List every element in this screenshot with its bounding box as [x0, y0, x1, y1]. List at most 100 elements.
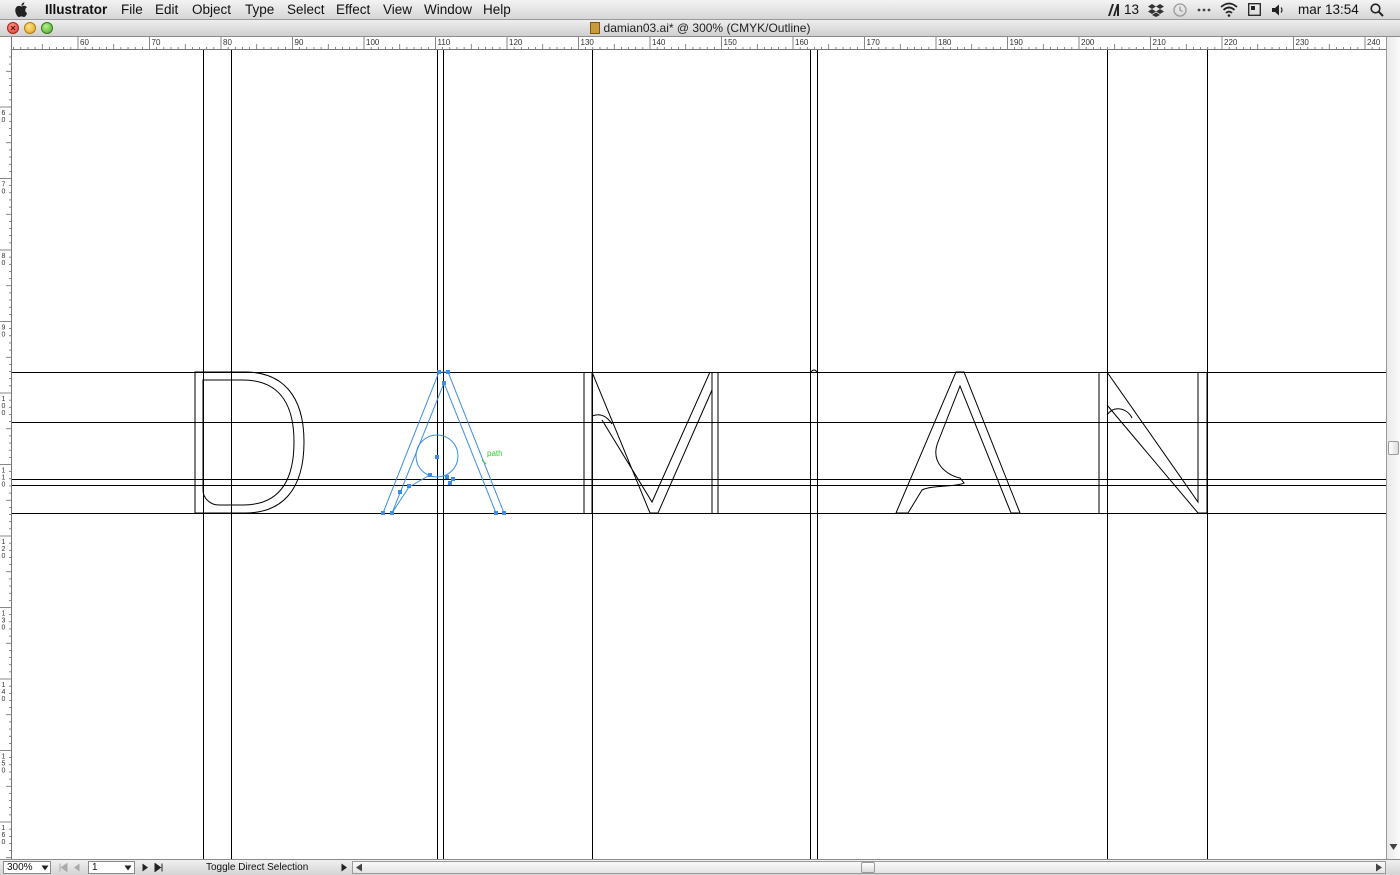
menu-app-name[interactable]: Illustrator	[45, 2, 107, 17]
letter-i-cap[interactable]	[810, 369, 818, 373]
anchor-point[interactable]	[502, 511, 506, 515]
letter-a2-outline[interactable]	[895, 371, 1021, 514]
ruler-label: 7	[2, 182, 6, 189]
menu-bar: Illustrator File Edit Object Type Select…	[0, 0, 1400, 20]
artboard-canvas[interactable]: path	[12, 50, 1386, 859]
letter-m-left-stem[interactable]	[583, 372, 593, 513]
menu-object[interactable]: Object	[192, 2, 231, 17]
letter-outlines[interactable]	[194, 369, 1208, 514]
guide-pair-2	[437, 50, 444, 859]
ruler-label: 210	[1153, 38, 1167, 47]
ruler-label: 0	[2, 839, 6, 846]
scroll-left-arrow-icon[interactable]	[355, 863, 363, 872]
menu-edit[interactable]: Edit	[155, 2, 178, 17]
ruler-label: 6	[2, 832, 6, 839]
anchor-point[interactable]	[494, 511, 498, 515]
vertical-ruler[interactable]: 60708090100110120130140150160	[0, 37, 12, 859]
scroll-right-arrow-icon[interactable]	[1375, 863, 1383, 872]
horizontal-scroll-thumb[interactable]	[861, 862, 875, 873]
ruler-label: 0	[2, 403, 6, 410]
anchor-point[interactable]	[446, 370, 450, 374]
ruler-label: 6	[2, 110, 6, 117]
letter-n-outline[interactable]	[1098, 371, 1208, 514]
letter-d-inner[interactable]	[202, 379, 295, 506]
artboard-dropdown-chevron-icon[interactable]	[124, 865, 132, 871]
ruler-label: 180	[938, 38, 952, 47]
status-menu-arrow-icon[interactable]	[341, 863, 348, 872]
ruler-label: 1	[2, 475, 6, 482]
anchor-point[interactable]	[451, 477, 455, 481]
volume-icon[interactable]	[1272, 4, 1286, 16]
ruler-label: 170	[867, 38, 881, 47]
anchor-point[interactable]	[428, 473, 432, 477]
menu-type[interactable]: Type	[245, 2, 274, 17]
ruler-label: 220	[1224, 38, 1238, 47]
menu-view[interactable]: View	[383, 2, 412, 17]
letter-m-diagonals[interactable]	[591, 371, 713, 514]
ruler-label: 0	[2, 696, 6, 703]
anchor-point[interactable]	[381, 511, 385, 515]
ruler-label: 0	[2, 625, 6, 632]
bluetooth-dots-icon[interactable]	[1197, 6, 1211, 14]
menu-help[interactable]: Help	[483, 2, 511, 17]
apple-icon[interactable]	[14, 1, 30, 18]
anchor-point[interactable]	[390, 511, 394, 515]
status-bar: 300% 1 Toggle Direct Selection	[0, 859, 1400, 875]
ruler-label: 5	[2, 761, 6, 768]
anchor-point[interactable]	[407, 484, 411, 488]
vertical-scroll-thumb[interactable]	[1388, 441, 1399, 455]
ruler-label: 1	[2, 468, 6, 475]
scroll-down-arrow-icon[interactable]	[1389, 843, 1398, 851]
ruler-label: 120	[509, 38, 523, 47]
ruler-label: 0	[2, 482, 6, 489]
anchor-point[interactable]	[448, 481, 452, 485]
vertical-ruler-ticks: 60708090100110120130140150160	[0, 56, 11, 859]
ruler-label: 9	[2, 325, 6, 332]
anchor-point[interactable]	[445, 475, 449, 479]
ruler-label: 150	[724, 38, 738, 47]
time-machine-icon[interactable]	[1173, 3, 1187, 17]
horizontal-scrollbar[interactable]	[352, 861, 1386, 874]
zoom-dropdown-chevron-icon[interactable]	[41, 865, 49, 871]
previous-artboard-icon[interactable]	[73, 863, 80, 872]
anchor-point[interactable]	[398, 490, 402, 494]
ruler-label: 60	[80, 38, 89, 47]
ruler-label: 1	[2, 539, 6, 546]
ruler-label: 8	[2, 253, 6, 260]
menu-file[interactable]: File	[121, 2, 143, 17]
menubar-clock[interactable]: mar 13:54	[1298, 2, 1359, 17]
ruler-label: 70	[152, 38, 161, 47]
next-artboard-icon[interactable]	[142, 863, 149, 872]
menu-effect[interactable]: Effect	[336, 2, 370, 17]
last-artboard-icon[interactable]	[154, 863, 163, 872]
first-artboard-icon[interactable]	[59, 863, 68, 872]
letter-d-outer[interactable]	[194, 371, 305, 514]
menu-window[interactable]: Window	[424, 2, 472, 17]
ruler-label: 1	[2, 825, 6, 832]
wifi-icon[interactable]	[1220, 2, 1238, 17]
artwork[interactable]: path	[12, 50, 1386, 859]
anchor-point[interactable]	[435, 455, 439, 459]
letter-m-right-stem[interactable]	[711, 372, 719, 513]
spotlight-search-icon[interactable]	[1370, 3, 1384, 17]
zoom-level-value: 300%	[7, 862, 33, 873]
dropbox-icon[interactable]	[1148, 3, 1164, 17]
vertical-scrollbar[interactable]	[1386, 37, 1400, 859]
ruler-label: 110	[438, 38, 451, 47]
anchor-point[interactable]	[442, 381, 446, 385]
ruler-label: 160	[795, 38, 809, 47]
ruler-label: 0	[2, 410, 6, 417]
adobe-updater-icon[interactable]	[1107, 3, 1121, 17]
document-title-bar: damian03.ai* @ 300% (CMYK/Outline)	[0, 20, 1400, 37]
horizontal-ruler-ticks: 60 70 80 90 100 110 120 130 140 150 160 170 180 190 20…	[13, 37, 1381, 49]
horizontal-ruler[interactable]: 60 70 80 90 100 110 120 130 140 150 160 170 180 190 20…	[12, 37, 1386, 50]
ruler-label: 200	[1081, 38, 1095, 47]
ruler-label: 4	[2, 689, 6, 696]
display-mirroring-icon[interactable]	[1248, 3, 1261, 16]
anchor-point[interactable]	[437, 370, 441, 374]
menu-select[interactable]: Select	[287, 2, 325, 17]
document-title: damian03.ai* @ 300% (CMYK/Outline)	[0, 21, 1400, 35]
selected-a-spur[interactable]	[391, 474, 431, 514]
ruler-label: 240	[1367, 38, 1381, 47]
status-text[interactable]: Toggle Direct Selection	[206, 862, 308, 873]
